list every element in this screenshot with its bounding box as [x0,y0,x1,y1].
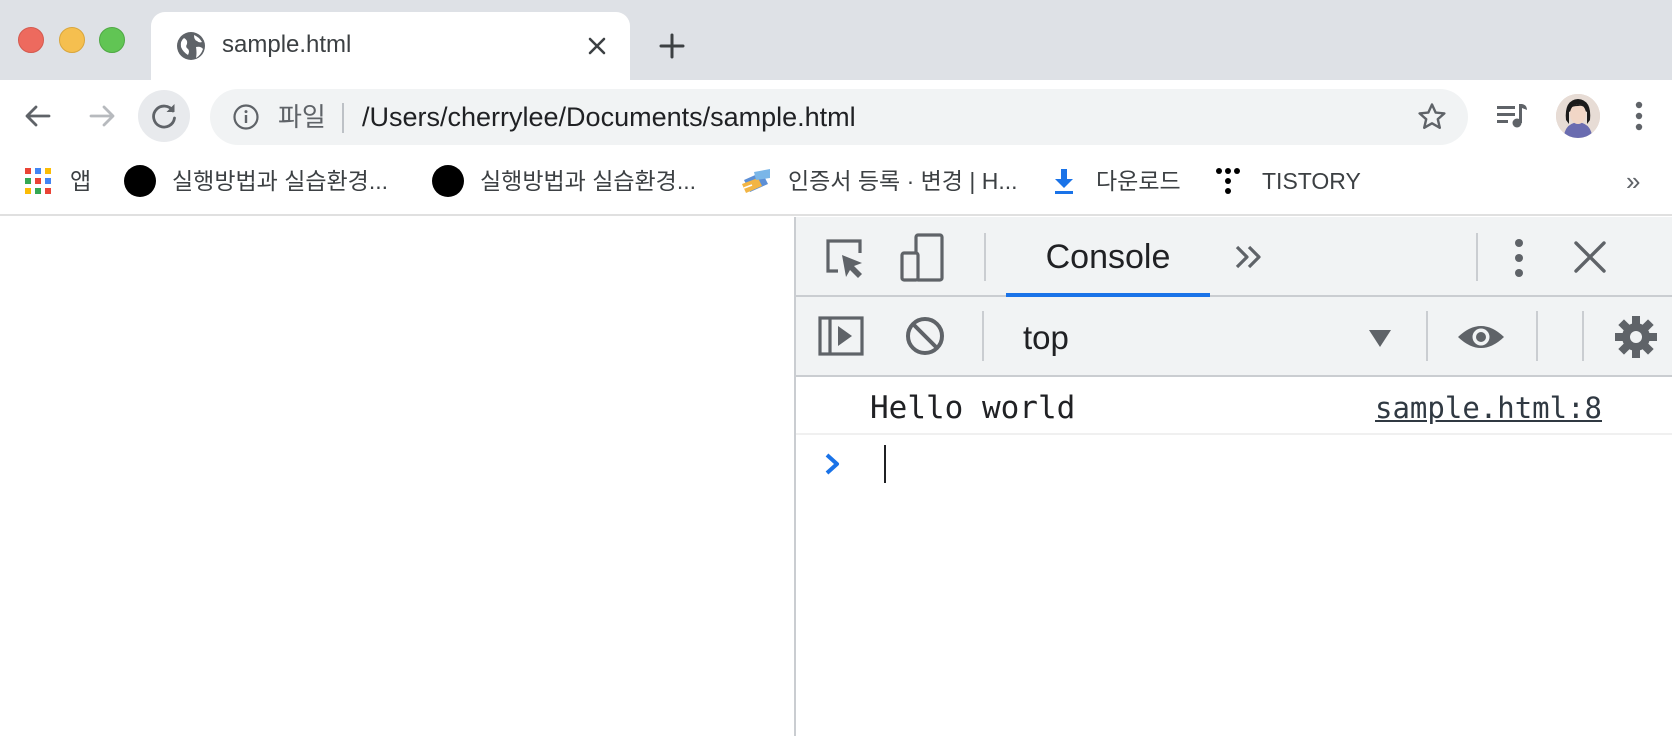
scheme-label: 파일 [278,102,326,132]
console-message-text: Hello world [870,390,1076,426]
black-dot-icon [124,165,156,197]
close-devtools-icon[interactable] [1572,239,1608,275]
bookmark-label: TISTORY [1262,168,1361,194]
forward-button[interactable] [76,90,128,142]
console-input[interactable] [796,437,1672,493]
bookmark-label: 실행방법과 실습환경... [172,168,389,194]
bookmarks-overflow-button[interactable]: » [1626,166,1640,196]
new-tab-icon[interactable] [656,30,688,62]
console-message: Hello world sample.html:8 [796,379,1672,435]
profile-avatar[interactable] [1556,94,1600,138]
black-dot-icon [432,165,464,197]
info-icon[interactable] [232,103,260,131]
tab-strip: sample.html [0,0,1672,80]
more-tabs-icon[interactable] [1234,243,1264,271]
window-close-button[interactable] [18,27,44,53]
bookmark-apps[interactable]: 앱 [24,164,91,198]
chrome-menu-icon[interactable] [1624,98,1654,134]
arrow-left-icon [25,105,51,127]
dropdown-arrow-icon [1369,330,1391,347]
address-bar[interactable]: 파일 /Users/cherrylee/Documents/sample.htm… [210,89,1468,145]
reload-button[interactable] [138,90,190,142]
bookmark-label: 다운로드 [1096,168,1181,194]
devtools-panel: Console top Hello world sample.html:8 [794,217,1672,736]
url-text[interactable]: /Users/cherrylee/Documents/sample.html [362,101,856,133]
browser-toolbar: 파일 /Users/cherrylee/Documents/sample.htm… [0,80,1672,152]
text-caret [884,445,886,483]
toolbar-divider [1476,233,1478,281]
toolbar-divider [1582,311,1584,361]
certificate-icon [742,169,770,193]
inspect-element-icon[interactable] [824,237,866,281]
bookmark-item[interactable]: 다운로드 [1052,164,1181,198]
media-control-icon[interactable] [1495,100,1529,132]
window-zoom-button[interactable] [99,27,125,53]
window-minimize-button[interactable] [59,27,85,53]
bookmark-label: 앱 [70,168,92,194]
bookmark-item[interactable]: TISTORY [1214,164,1361,198]
context-selector[interactable]: top [1011,311,1401,363]
bookmark-item[interactable]: 실행방법과 실습환경... [124,164,388,198]
apps-grid-icon [25,168,51,194]
toolbar-divider [982,311,984,361]
devtools-menu-icon[interactable] [1512,237,1526,279]
toolbar-divider [984,233,986,281]
reload-icon [152,104,176,129]
console-toolbar: top [796,297,1672,377]
toolbar-divider [1426,311,1428,361]
tab-console[interactable]: Console [1006,217,1210,297]
bookmark-item[interactable]: 인증서 등록 · 변경 | H... [740,164,1018,198]
console-settings-gear-icon[interactable] [1614,315,1658,359]
bookmark-label: 실행방법과 실습환경... [480,168,697,194]
tab-title: sample.html [222,31,352,58]
live-expression-eye-icon[interactable] [1456,321,1506,353]
bookmark-label: 인증서 등록 · 변경 | H... [788,168,1018,194]
devtools-tab-bar: Console [796,217,1672,297]
bookmarks-bar: 앱 실행방법과 실습환경... 실행방법과 실습환경... 인증서 등록 · 변… [0,152,1672,216]
context-value: top [1023,319,1069,356]
download-icon [1055,169,1073,194]
page-content [0,217,794,736]
sidebar-toggle-icon[interactable] [818,315,864,357]
star-icon[interactable] [1416,101,1448,133]
address-separator [342,103,344,133]
device-toolbar-icon[interactable] [900,233,946,283]
arrow-right-icon [89,105,115,127]
toolbar-divider [1536,311,1538,361]
tistory-icon [1216,168,1240,194]
chevron-right-icon [825,453,839,475]
close-tab-icon[interactable] [583,32,611,60]
console-source-link[interactable]: sample.html:8 [1375,389,1602,427]
tab-console-label: Console [1045,238,1171,276]
clear-console-icon[interactable] [904,315,946,357]
back-button[interactable] [12,90,64,142]
browser-tab[interactable]: sample.html [151,12,630,80]
user-photo-icon [1556,94,1600,138]
globe-icon [177,32,205,60]
bookmark-item[interactable]: 실행방법과 실습환경... [432,164,696,198]
